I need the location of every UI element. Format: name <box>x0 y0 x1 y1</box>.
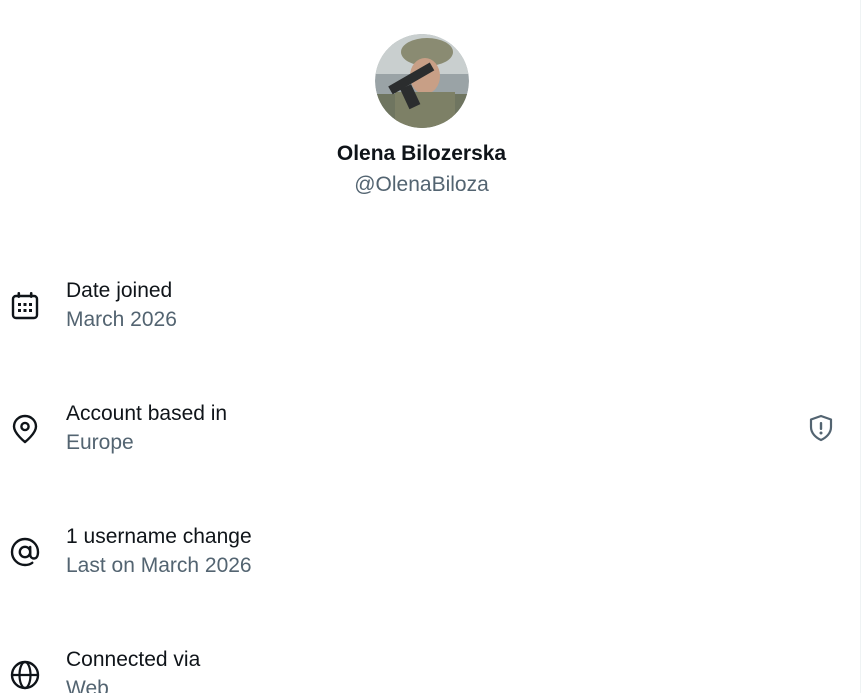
panel-divider <box>860 0 861 693</box>
profile-header: Olena Bilozerska @OlenaBiloza <box>0 34 843 198</box>
info-label: 1 username change <box>66 525 252 548</box>
calendar-icon <box>11 292 39 320</box>
at-sign-icon <box>10 537 40 567</box>
profile-name: Olena Bilozerska <box>336 142 507 165</box>
info-row-connected-via: Connected via Web <box>0 646 843 693</box>
info-row-username-change: 1 username change Last on March 2026 <box>0 523 843 583</box>
avatar[interactable] <box>374 34 469 128</box>
info-value: Web <box>66 677 109 693</box>
location-pin-icon <box>12 414 38 444</box>
info-row-date-joined: Date joined March 2026 <box>0 277 843 337</box>
info-value: March 2026 <box>66 308 177 331</box>
profile-handle: @OlenaBiloza <box>354 173 489 196</box>
info-label: Account based in <box>66 402 228 425</box>
info-label: Connected via <box>66 648 201 671</box>
globe-icon <box>10 660 40 690</box>
info-label: Date joined <box>66 279 173 302</box>
info-row-account-location: Account based in Europe <box>0 400 843 460</box>
shield-alert-icon[interactable] <box>806 413 836 443</box>
info-value: Last on March 2026 <box>66 554 252 577</box>
info-value: Europe <box>66 431 134 454</box>
